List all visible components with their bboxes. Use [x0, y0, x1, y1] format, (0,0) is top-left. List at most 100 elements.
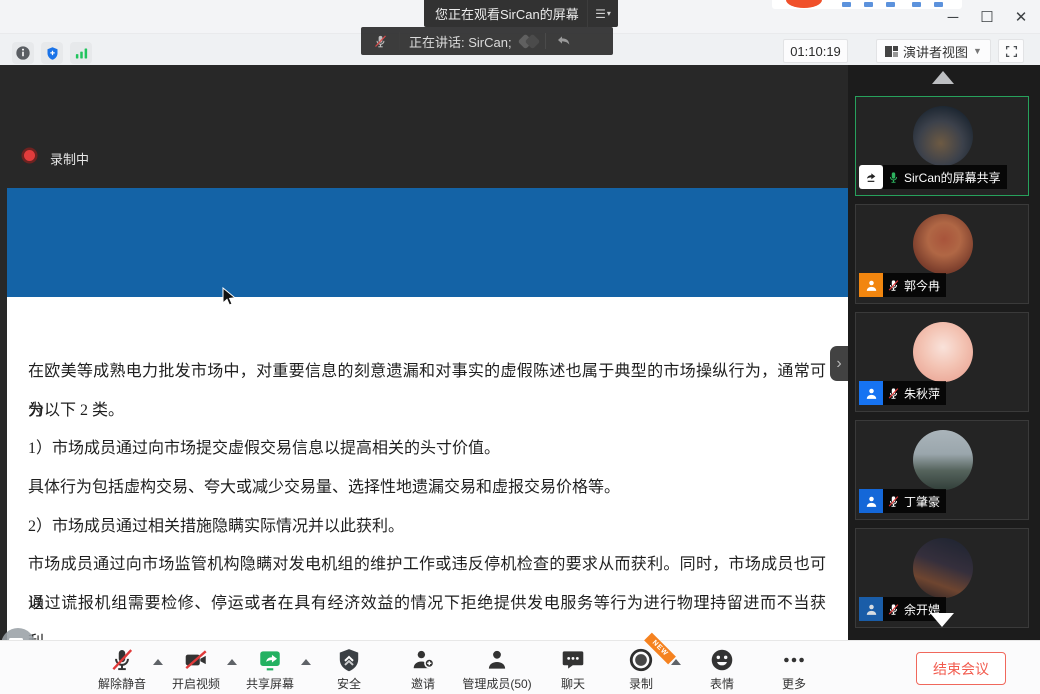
- background-app-icon: [912, 2, 921, 7]
- meeting-window: ─ ☐ ✕ 您正在观看SirCan的屏幕 ☰▾ 正在讲话: SirCan; 01…: [0, 0, 1040, 694]
- participant-name: SirCan的屏幕共享: [904, 169, 1001, 186]
- slide-text-line: 在欧美等成熟电力批发市场中，对重要信息的刻意遗漏和对事实的虚假陈述也属于典型的市…: [28, 353, 826, 392]
- fullscreen-button[interactable]: [998, 39, 1024, 63]
- manage-members-label: 管理成员(50): [462, 675, 531, 692]
- share-screen-button[interactable]: 共享屏幕: [232, 647, 308, 692]
- network-signal-button[interactable]: [70, 42, 92, 64]
- security-shield-button[interactable]: [41, 42, 63, 64]
- slide-text-line: 为以下 2 类。: [28, 392, 826, 431]
- meeting-info-button[interactable]: [12, 42, 34, 64]
- invite-label: 邀请: [411, 675, 435, 692]
- recording-dot-icon: [24, 150, 35, 161]
- recording-indicator: 录制中: [50, 149, 89, 168]
- close-button[interactable]: ✕: [1008, 4, 1034, 30]
- invite-button[interactable]: 邀请: [385, 647, 461, 692]
- scroll-down-arrow[interactable]: [930, 613, 954, 627]
- avatar: [913, 214, 973, 274]
- participant-tile-sircan[interactable]: SirCan的屏幕共享: [855, 96, 1029, 196]
- background-app-toolbar: [772, 0, 962, 9]
- slide-body: 在欧美等成熟电力批发市场中，对重要信息的刻意遗漏和对事实的虚假陈述也属于典型的市…: [7, 297, 848, 665]
- slide-text-line: 1）市场成员通过向市场提交虚假交易信息以提高相关的头寸价值。: [28, 430, 826, 469]
- start-video-label: 开启视频: [172, 675, 220, 692]
- shield-icon: [336, 647, 362, 673]
- members-icon: [484, 647, 510, 673]
- scroll-up-arrow[interactable]: [932, 71, 954, 84]
- more-dots-icon: [781, 647, 807, 673]
- participant-tile[interactable]: 丁肇豪: [855, 420, 1029, 520]
- security-label: 安全: [337, 675, 361, 692]
- emoji-label: 表情: [710, 675, 734, 692]
- background-app-icon: [886, 2, 895, 7]
- participants-sidebar: SirCan的屏幕共享 郭今冉: [848, 65, 1040, 640]
- avatar: [913, 106, 973, 166]
- reply-arrow-icon[interactable]: [556, 34, 572, 48]
- banner-divider: [545, 33, 546, 49]
- participant-name: 丁肇豪: [904, 493, 940, 510]
- manage-members-button[interactable]: 管理成员(50): [459, 647, 535, 692]
- maximize-button[interactable]: ☐: [974, 4, 1000, 30]
- chevron-down-icon: ▼: [973, 46, 982, 56]
- muted-mic-icon: [361, 32, 400, 50]
- layout-icon: [885, 46, 898, 57]
- slide-text-block: 在欧美等成熟电力批发市场中，对重要信息的刻意遗漏和对事实的虚假陈述也属于典型的市…: [28, 353, 826, 624]
- share-screen-icon: [257, 647, 283, 673]
- share-options-caret[interactable]: [301, 659, 311, 665]
- slide-text-line: 具体行为包括虚构交易、夸大或减少交易量、选择性地遗漏交易和虚报交易价格等。: [28, 469, 826, 508]
- background-app-logo: [786, 0, 822, 8]
- mic-muted-icon: [887, 279, 900, 292]
- watching-banner-text: 您正在观看SirCan的屏幕: [424, 4, 587, 23]
- chat-icon: [560, 647, 586, 673]
- watching-banner: 您正在观看SirCan的屏幕 ☰▾: [424, 0, 618, 27]
- slide-text-line: 通过谎报机组需要检修、停运或者在具有经济效益的情况下拒绝提供发电服务等行为进行物…: [28, 585, 826, 624]
- mouse-cursor: [220, 287, 236, 307]
- participant-tile[interactable]: 朱秋萍: [855, 312, 1029, 412]
- meeting-toolbar: 解除静音 开启视频 共享屏幕 安全 邀请 管理成员(50) 聊天: [0, 640, 1040, 694]
- smiley-icon: [709, 647, 735, 673]
- unmute-button[interactable]: 解除静音: [84, 647, 160, 692]
- share-screen-label: 共享屏幕: [246, 675, 294, 692]
- camera-off-icon: [183, 647, 209, 673]
- slide-text-line: 2）市场成员通过相关措施隐瞒实际情况并以此获利。: [28, 508, 826, 547]
- record-icon: [628, 647, 654, 673]
- more-button[interactable]: 更多: [756, 647, 832, 692]
- slide-text-line: 市场成员通过向市场监管机构隐瞒对发电机组的维护工作或违反停机检查的要求从而获利。…: [28, 546, 826, 585]
- invite-person-icon: [410, 647, 436, 673]
- emoji-button[interactable]: 表情: [684, 647, 760, 692]
- record-label: 录制: [629, 675, 653, 692]
- background-app-icon: [864, 2, 873, 7]
- mic-muted-icon: [109, 647, 135, 673]
- more-label: 更多: [782, 675, 806, 692]
- chat-button[interactable]: 聊天: [535, 647, 611, 692]
- mic-on-icon: [887, 171, 900, 184]
- meeting-logo-icon: [520, 36, 538, 47]
- participant-name: 郭今冉: [904, 277, 940, 294]
- start-video-button[interactable]: 开启视频: [158, 647, 234, 692]
- speaking-banner: 正在讲话: SirCan;: [361, 27, 613, 55]
- view-mode-button[interactable]: 演讲者视图 ▼: [876, 39, 991, 63]
- record-options-caret[interactable]: [671, 659, 681, 665]
- meeting-timer: 01:10:19: [783, 39, 848, 63]
- mic-muted-icon: [887, 495, 900, 508]
- banner-menu-icon[interactable]: ☰▾: [587, 0, 618, 27]
- record-button[interactable]: 录制 NEW: [603, 647, 679, 692]
- participant-name: 朱秋萍: [904, 385, 940, 402]
- person-badge-icon: [859, 381, 883, 405]
- minimize-button[interactable]: ─: [940, 4, 966, 30]
- unmute-label: 解除静音: [98, 675, 146, 692]
- person-badge-icon: [859, 597, 883, 621]
- slide-header-band: 三、 信息漏报与虚假陈述: [7, 188, 848, 297]
- end-meeting-button[interactable]: 结束会议: [916, 652, 1006, 685]
- shared-screen-area: 录制中 三、 信息漏报与虚假陈述 在欧美等成熟电力批发市场中，对重要信息的刻意遗…: [0, 65, 848, 640]
- avatar: [913, 538, 973, 598]
- avatar: [913, 322, 973, 382]
- participant-tile[interactable]: 郭今冉: [855, 204, 1029, 304]
- avatar: [913, 430, 973, 490]
- person-badge-icon: [859, 273, 883, 297]
- security-button[interactable]: 安全: [311, 647, 387, 692]
- background-app-icon: [842, 2, 851, 7]
- person-badge-icon: [859, 489, 883, 513]
- view-mode-label: 演讲者视图: [903, 42, 968, 61]
- mic-muted-icon: [887, 603, 900, 616]
- screen-share-badge-icon: [859, 165, 883, 189]
- sidebar-collapse-handle[interactable]: ›: [830, 346, 848, 381]
